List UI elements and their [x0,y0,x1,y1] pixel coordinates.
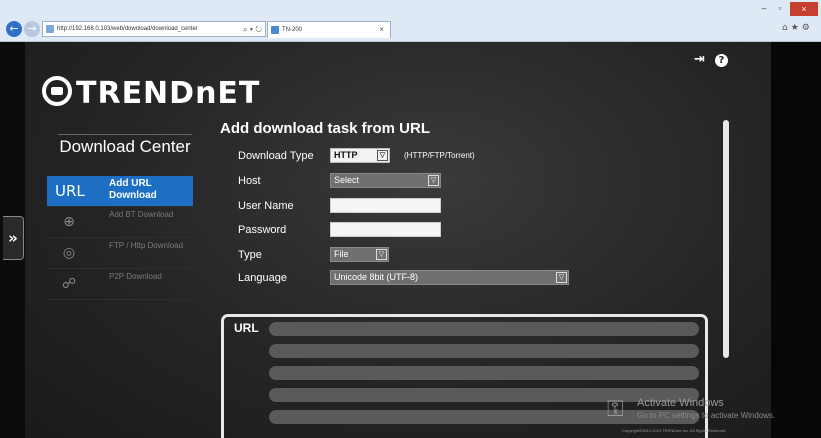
host-value: Select [334,175,360,185]
address-text: http://192.168.0.103/web/download/downlo… [57,26,198,32]
url-input-line[interactable] [269,322,699,336]
scrollbar[interactable] [723,120,729,358]
help-icon[interactable]: ? [714,54,728,67]
globe-icon: ◎ [62,245,76,261]
url-input-box: URL [221,314,708,438]
username-label: User Name [238,200,294,212]
sidebar-item-label: P2P Download [109,272,162,281]
sidebar-item-label: Add BT Download [109,210,174,219]
app-area: » TRENDnET ⇥? Download Center URL Add UR… [0,42,821,438]
page-favicon-icon [46,25,54,33]
sidebar-item-label: Add URL Download [109,178,157,201]
sidebar-item-label: FTP / Http Download [109,241,184,250]
url-input-line[interactable] [269,344,699,358]
watermark-title: Activate Windows [637,397,724,409]
url-input-line[interactable] [269,388,699,402]
minimize-button[interactable]: – [757,3,771,15]
address-bar[interactable]: http://192.168.0.103/web/download/downlo… [42,21,266,37]
right-strip [771,42,821,438]
sidebar-item-ftp-http-download[interactable]: ◎ FTP / Http Download [47,238,193,269]
password-input[interactable] [330,222,441,237]
language-value: Unicode 8bit (UTF-8) [334,272,419,282]
tab-close-icon[interactable]: × [379,22,384,38]
url-input-line[interactable] [269,410,699,424]
top-icons: ⇥? [694,52,738,67]
browser-chrome: ← → http://192.168.0.103/web/download/do… [0,0,821,42]
sidebar-menu: URL Add URL Download ⊕ Add BT Download ◎… [47,176,193,300]
username-input[interactable] [330,198,441,213]
type-label: Type [238,249,262,261]
type-select[interactable]: File ▽ [330,247,389,262]
sidebar-item-add-url-download[interactable]: URL Add URL Download [47,176,193,207]
tab-favicon-icon [271,26,279,34]
browser-toolbar-icons[interactable]: ⌂★⚙ [782,23,813,33]
url-input-line[interactable] [269,366,699,380]
download-center-title: Download Center [58,134,192,156]
back-button[interactable]: ← [6,21,22,37]
key-icon: ⚿ [607,397,624,422]
browser-tab[interactable]: TN-200 × [267,21,391,38]
watermark-subtitle: Go to PC settings to activate Windows. [637,411,776,420]
logout-icon[interactable]: ⇥ [694,52,705,67]
chevron-down-icon: ▽ [428,175,439,186]
type-value: File [334,249,349,259]
host-label: Host [238,175,261,187]
chevron-down-icon: ▽ [377,150,388,161]
p2p-network-icon: ☍ [61,276,77,292]
tab-title: TN-200 [282,27,303,33]
bt-icon: ⊕ [63,214,75,230]
logo-text: TRENDnET [76,76,261,111]
download-type-value: HTTP [334,150,358,160]
language-select[interactable]: Unicode 8bit (UTF-8) ▽ [330,270,569,285]
maximize-button[interactable]: ▫ [773,3,787,15]
url-icon: URL [55,182,85,200]
address-tools-icon[interactable]: ⌕ ▾ ↻ [243,22,262,36]
expand-sidebar-button[interactable]: » [3,216,24,260]
copyright-text: Copyright©2012-2013 TRENDnet Inc. All Ri… [622,428,727,433]
chevron-down-icon: ▽ [556,272,567,283]
password-label: Password [238,224,287,236]
language-label: Language [238,272,287,284]
sidebar-item-p2p-download[interactable]: ☍ P2P Download [47,269,193,300]
url-label: URL [234,321,259,335]
chevron-down-icon: ▽ [376,249,387,260]
sidebar-item-add-bt-download[interactable]: ⊕ Add BT Download [47,207,193,238]
form-title: Add download task from URL [220,120,430,137]
close-window-button[interactable]: × [790,2,818,16]
download-type-label: Download Type [238,150,314,162]
host-select[interactable]: Select ▽ [330,173,441,188]
download-type-select[interactable]: HTTP ▽ [330,148,390,163]
download-type-hint: (HTTP/FTP/Torrent) [404,151,475,160]
forward-button[interactable]: → [24,21,40,37]
logo-mark-icon [42,76,72,106]
